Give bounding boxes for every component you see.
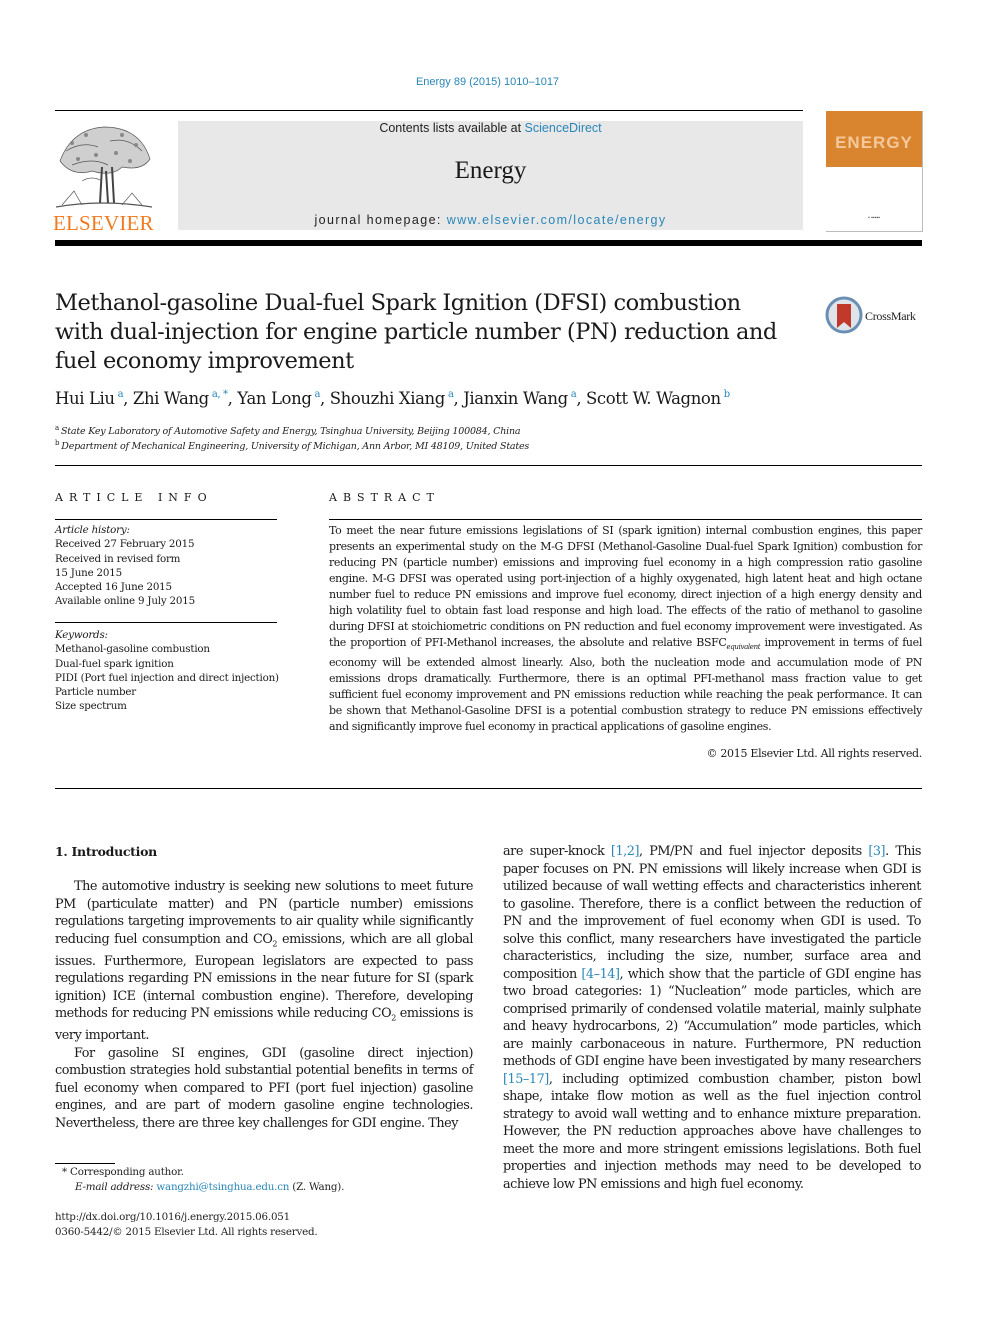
abstract-heading: ABSTRACT xyxy=(329,491,440,504)
reference-link[interactable]: [3] xyxy=(868,844,885,859)
journal-homepage-link[interactable]: www.elsevier.com/locate/energy xyxy=(447,213,667,227)
journal-citation-link[interactable]: Energy 89 (2015) 1010–1017 xyxy=(0,76,975,88)
keyword-item: Size spectrum xyxy=(55,700,127,713)
history-item: Available online 9 July 2015 xyxy=(55,595,195,608)
contents-line: Contents lists available at ScienceDirec… xyxy=(178,121,803,135)
author-list: Hui Liu a, Zhi Wang a, *, Yan Long a, Shouz… xyxy=(55,389,730,408)
doi-link[interactable]: http://dx.doi.org/10.1016/j.energy.2015.… xyxy=(55,1211,290,1223)
abstract-text: To meet the near future emissions legisl… xyxy=(329,524,922,649)
email-note: E-mail address: wangzhi@tsinghua.edu.cn … xyxy=(75,1181,344,1193)
affiliation-b: b Department of Mechanical Engineering, U… xyxy=(55,439,529,452)
elsevier-wordmark: ELSEVIER xyxy=(53,211,154,235)
author-affiliation-mark[interactable]: b xyxy=(724,389,730,400)
abstract-body: To meet the near future emissions legisl… xyxy=(329,523,922,735)
affiliation-a: a State Key Laboratory of Automotive Safe… xyxy=(55,424,521,438)
author-name[interactable]: Jianxin Wang xyxy=(463,389,568,408)
body-column-right: are super-knock [1,2], PM/PN and fuel in… xyxy=(503,843,921,1193)
paragraph-text: , including optimized combustion chamber… xyxy=(503,1071,921,1192)
abstract-bottom-rule xyxy=(55,788,922,789)
article-history-label: Article history: xyxy=(55,524,130,536)
crossmark-label[interactable]: CrossMark xyxy=(865,309,916,324)
author-name[interactable]: Zhi Wang xyxy=(133,389,209,408)
author-affiliation-mark[interactable]: a xyxy=(571,389,577,400)
article-title: Methanol-gasoline Dual-fuel Spark Igniti… xyxy=(55,290,777,374)
keywords-label: Keywords: xyxy=(55,629,108,641)
email-suffix: (Z. Wang). xyxy=(289,1181,345,1193)
article-history: Article history: Received 27 February 20… xyxy=(55,523,195,609)
history-item: Accepted 16 June 2015 xyxy=(55,581,172,594)
affiliation-text: State Key Laboratory of Automotive Safet… xyxy=(60,426,521,438)
email-label: E-mail address: xyxy=(75,1181,157,1193)
cover-publisher-mark: ▪ ▪▪▪▪▪ xyxy=(867,215,881,221)
author-affiliation-mark[interactable]: a xyxy=(314,389,320,400)
reference-link[interactable]: [15–17] xyxy=(503,1072,549,1087)
journal-homepage-line: journal homepage: www.elsevier.com/locat… xyxy=(178,213,803,227)
abstract-text: improvement in terms of fuel economy wil… xyxy=(329,636,922,734)
article-info-rule xyxy=(55,519,277,520)
intro-paragraph-continued: are super-knock [1,2], PM/PN and fuel in… xyxy=(503,843,921,1193)
keywords-list: Keywords: Methanol-gasoline combustion D… xyxy=(55,628,279,714)
author-affiliation-mark[interactable]: a xyxy=(448,389,454,400)
keyword-item: PIDI (Port fuel injection and direct inj… xyxy=(55,671,279,684)
keyword-item: Dual-fuel spark ignition xyxy=(55,657,174,670)
history-item: 15 June 2015 xyxy=(55,566,122,579)
author-name[interactable]: Scott W. Wagnon xyxy=(586,389,721,408)
author-name[interactable]: Hui Liu xyxy=(55,389,115,408)
footnote-rule xyxy=(55,1163,115,1164)
email-link[interactable]: wangzhi@tsinghua.edu.cn xyxy=(156,1181,289,1193)
author-name[interactable]: Yan Long xyxy=(237,389,312,408)
header-thick-rule xyxy=(55,240,922,246)
paragraph-text: are super-knock xyxy=(503,844,611,859)
sciencedirect-link[interactable]: ScienceDirect xyxy=(525,121,602,135)
affiliation-rule xyxy=(55,465,922,466)
affiliation-mark: a xyxy=(55,424,59,432)
author-affiliation-mark[interactable]: a, * xyxy=(212,389,228,400)
issn-copyright: 0360-5442/© 2015 Elsevier Ltd. All right… xyxy=(55,1226,318,1238)
abstract-rule xyxy=(329,519,922,520)
keyword-item: Particle number xyxy=(55,686,137,699)
intro-paragraph: For gasoline SI engines, GDI (gasoline d… xyxy=(55,1045,473,1131)
journal-cover-thumbnail[interactable]: ENERGY ▪ ▪▪▪▪▪ xyxy=(826,111,923,232)
introduction-heading: 1. Introduction xyxy=(55,844,157,859)
keywords-rule xyxy=(55,622,277,623)
abstract-subscript: equivalent xyxy=(726,643,761,652)
header-top-rule xyxy=(55,110,803,111)
reference-link[interactable]: [4–14] xyxy=(581,967,620,982)
affiliation-text: Department of Mechanical Engineering, Un… xyxy=(61,441,530,453)
cover-title: ENERGY xyxy=(835,133,913,152)
reference-link[interactable]: [1,2] xyxy=(611,844,640,859)
history-item: Received in revised form xyxy=(55,552,181,565)
history-item: Received 27 February 2015 xyxy=(55,538,195,551)
cover-banner: ENERGY xyxy=(826,111,922,167)
contents-prefix: Contents lists available at xyxy=(379,121,525,135)
article-info-heading: ARTICLE INFO xyxy=(55,491,213,504)
corresponding-author-note: * Corresponding author. xyxy=(62,1166,184,1178)
abstract-copyright: © 2015 Elsevier Ltd. All rights reserved… xyxy=(706,747,922,760)
homepage-prefix: journal homepage: xyxy=(314,213,447,227)
author-affiliation-mark[interactable]: a xyxy=(118,389,124,400)
author-name[interactable]: Shouzhi Xiang xyxy=(330,389,446,408)
affiliation-mark: b xyxy=(55,439,60,447)
elsevier-tree-logo-icon xyxy=(55,126,153,208)
journal-name: Energy xyxy=(454,157,527,184)
intro-paragraph: The automotive industry is seeking new s… xyxy=(55,878,473,1045)
paragraph-text: , PM/PN and fuel injector deposits xyxy=(639,844,869,859)
keyword-item: Methanol-gasoline combustion xyxy=(55,643,210,656)
paragraph-text: . This paper focuses on PN. PN emissions… xyxy=(503,844,921,982)
body-column-left: The automotive industry is seeking new s… xyxy=(55,878,473,1132)
